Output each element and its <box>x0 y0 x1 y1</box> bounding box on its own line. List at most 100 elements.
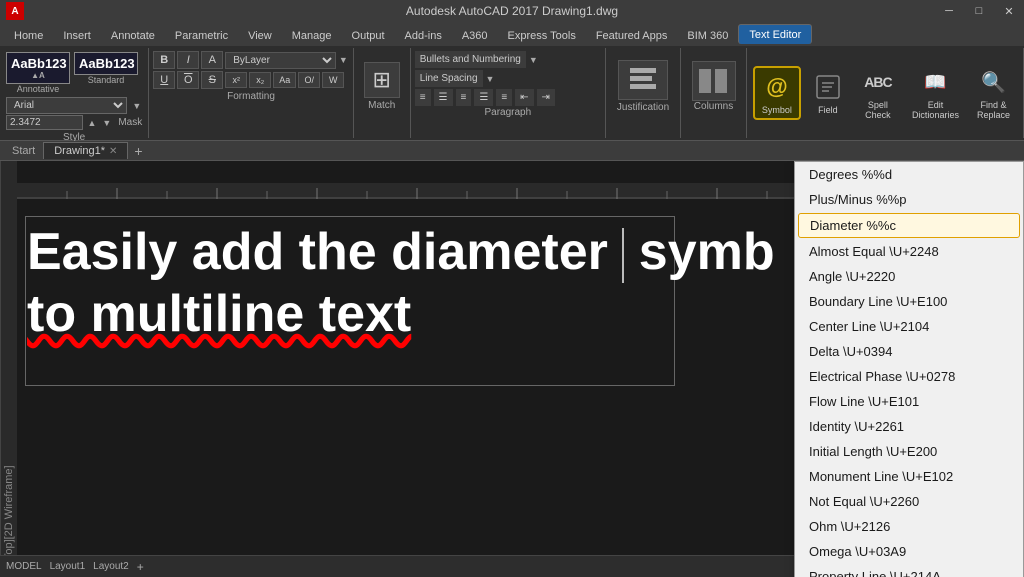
tab-output[interactable]: Output <box>342 26 395 46</box>
linespacing-expand-icon[interactable]: ▼ <box>485 74 496 84</box>
menu-item-identity[interactable]: Identity \U+2261 <box>795 414 1023 439</box>
menu-item-angle[interactable]: Angle \U+2220 <box>795 264 1023 289</box>
title-bar: A Autodesk AutoCAD 2017 Drawing1.dwg ─ □… <box>0 0 1024 22</box>
underline-button[interactable]: U <box>153 71 175 89</box>
font-dropdown[interactable]: Arial <box>6 97 127 114</box>
close-button[interactable]: ✕ <box>994 0 1024 22</box>
menu-item-monumentline[interactable]: Monument Line \U+E102 <box>795 464 1023 489</box>
ruler-marks <box>17 183 817 199</box>
window-controls[interactable]: ─ □ ✕ <box>934 0 1024 22</box>
justification-label: Justification <box>617 102 669 113</box>
menu-item-degrees[interactable]: Degrees %%d <box>795 162 1023 187</box>
find-icon: 🔍 <box>977 66 1009 98</box>
edit-dictionaries-button[interactable]: 📖 EditDictionaries <box>905 62 966 124</box>
menu-item-ohm[interactable]: Ohm \U+2126 <box>795 514 1023 539</box>
tracking-button[interactable]: W <box>322 72 344 88</box>
menu-item-diameter[interactable]: Diameter %%c <box>798 213 1020 238</box>
tab-manage[interactable]: Manage <box>282 26 342 46</box>
canvas-text-content[interactable]: Easily add the diameter symb to multilin… <box>27 221 775 346</box>
line-spacing-button[interactable]: Line Spacing <box>415 70 483 87</box>
bullets-expand-icon[interactable]: ▼ <box>528 55 539 65</box>
new-tab-button[interactable]: + <box>128 143 148 159</box>
tab-express[interactable]: Express Tools <box>498 26 586 46</box>
distributed-button[interactable]: ≡ <box>496 89 512 106</box>
status-layout1[interactable]: Layout1 <box>50 561 86 572</box>
columns-button[interactable] <box>692 61 736 101</box>
menu-item-propertyline[interactable]: Property Line \U+214A <box>795 564 1023 577</box>
italic-button[interactable]: I <box>177 51 199 69</box>
align-center-button[interactable]: ☰ <box>434 89 453 106</box>
bullets-numbering-button[interactable]: Bullets and Numbering <box>415 51 526 68</box>
canvas-area[interactable]: Easily add the diameter symb to multilin… <box>17 161 1024 577</box>
dictionaries-icon: 📖 <box>919 66 951 98</box>
spell-icon: ABC <box>862 66 894 98</box>
absolute-button[interactable]: A <box>201 51 223 69</box>
menu-item-initiallength[interactable]: Initial Length \U+E200 <box>795 439 1023 464</box>
tab-parametric[interactable]: Parametric <box>165 26 238 46</box>
tab-text-editor[interactable]: Text Editor <box>738 24 812 44</box>
close-tab-icon[interactable]: ✕ <box>109 146 117 157</box>
oblique-button[interactable]: O/ <box>298 72 320 88</box>
menu-item-notequal[interactable]: Not Equal \U+2260 <box>795 489 1023 514</box>
case-button[interactable]: Aa <box>273 72 296 88</box>
tab-home[interactable]: Home <box>4 26 53 46</box>
ribbon-group-tools: @ Symbol Field ABC SpellCheck 📖 EditDict… <box>747 48 1024 138</box>
menu-item-almostequal[interactable]: Almost Equal \U+2248 <box>795 239 1023 264</box>
maximize-button[interactable]: □ <box>964 0 994 22</box>
drawing-tab[interactable]: Drawing1* ✕ <box>43 142 128 159</box>
menu-item-plusminus[interactable]: Plus/Minus %%p <box>795 187 1023 212</box>
tab-view[interactable]: View <box>238 26 282 46</box>
size-down-icon[interactable]: ▼ <box>101 118 112 128</box>
style-swatch-standard[interactable]: AaBb123 <box>74 52 138 75</box>
overline-button[interactable]: O <box>177 71 199 89</box>
tab-a360[interactable]: A360 <box>452 26 498 46</box>
menu-item-electricalphase[interactable]: Electrical Phase \U+0278 <box>795 364 1023 389</box>
indent-right-button[interactable]: ⇥ <box>537 89 555 106</box>
color-dropdown[interactable]: ByLayer <box>225 52 336 69</box>
tab-insert[interactable]: Insert <box>53 26 101 46</box>
ribbon-group-match: ⊞ Match <box>354 48 411 138</box>
start-tab[interactable]: Start <box>4 143 43 159</box>
tab-annotate[interactable]: Annotate <box>101 26 165 46</box>
tab-addins[interactable]: Add-ins <box>395 26 452 46</box>
status-layout2[interactable]: Layout2 <box>93 561 129 572</box>
menu-item-delta[interactable]: Delta \U+0394 <box>795 339 1023 364</box>
subscript-button[interactable]: x₂ <box>249 72 271 88</box>
document-tabs: Start Drawing1* ✕ + <box>0 141 1024 161</box>
superscript-button[interactable]: x² <box>225 72 247 88</box>
ribbon-group-paragraph: Bullets and Numbering ▼ Line Spacing ▼ ≡… <box>411 48 606 138</box>
minimize-button[interactable]: ─ <box>934 0 964 22</box>
size-up-icon[interactable]: ▲ <box>87 118 98 128</box>
justification-icon <box>628 66 658 94</box>
font-size-input[interactable] <box>6 115 83 130</box>
find-replace-button[interactable]: 🔍 Find &Replace <box>970 62 1017 124</box>
match-button[interactable]: ⊞ <box>364 62 400 98</box>
menu-item-omega[interactable]: Omega \U+03A9 <box>795 539 1023 564</box>
color-expand-icon[interactable]: ▼ <box>338 55 349 65</box>
symbol-dropdown-menu: Degrees %%d Plus/Minus %%p Diameter %%c … <box>794 161 1024 577</box>
tab-bim360[interactable]: BIM 360 <box>677 26 738 46</box>
status-model[interactable]: MODEL <box>6 561 42 572</box>
match-label: Match <box>368 100 395 111</box>
menu-item-boundaryline[interactable]: Boundary Line \U+E100 <box>795 289 1023 314</box>
paragraph-group-label: Paragraph <box>415 107 601 118</box>
status-plus[interactable]: + <box>137 560 144 574</box>
align-left-button[interactable]: ≡ <box>415 89 431 106</box>
symbol-button[interactable]: @ Symbol <box>753 66 801 120</box>
bold-button[interactable]: B <box>153 51 175 69</box>
tab-featured[interactable]: Featured Apps <box>586 26 678 46</box>
font-expand-icon[interactable]: ▼ <box>131 101 142 111</box>
field-label: Field <box>818 105 838 115</box>
spell-check-button[interactable]: ABC SpellCheck <box>855 62 901 124</box>
menu-item-flowline[interactable]: Flow Line \U+E101 <box>795 389 1023 414</box>
annotative-icon: ▲A <box>11 71 65 80</box>
align-right-button[interactable]: ≡ <box>456 89 472 106</box>
field-button[interactable]: Field <box>805 67 851 119</box>
justify-button[interactable]: ☰ <box>474 89 493 106</box>
justification-button[interactable] <box>618 60 668 100</box>
style-swatch-annotative[interactable]: AaBb123 ▲A <box>6 52 70 84</box>
menu-item-centerline[interactable]: Center Line \U+2104 <box>795 314 1023 339</box>
strikethrough-button[interactable]: S <box>201 71 223 89</box>
mask-button[interactable]: Mask <box>118 117 142 128</box>
indent-left-button[interactable]: ⇤ <box>515 89 533 106</box>
